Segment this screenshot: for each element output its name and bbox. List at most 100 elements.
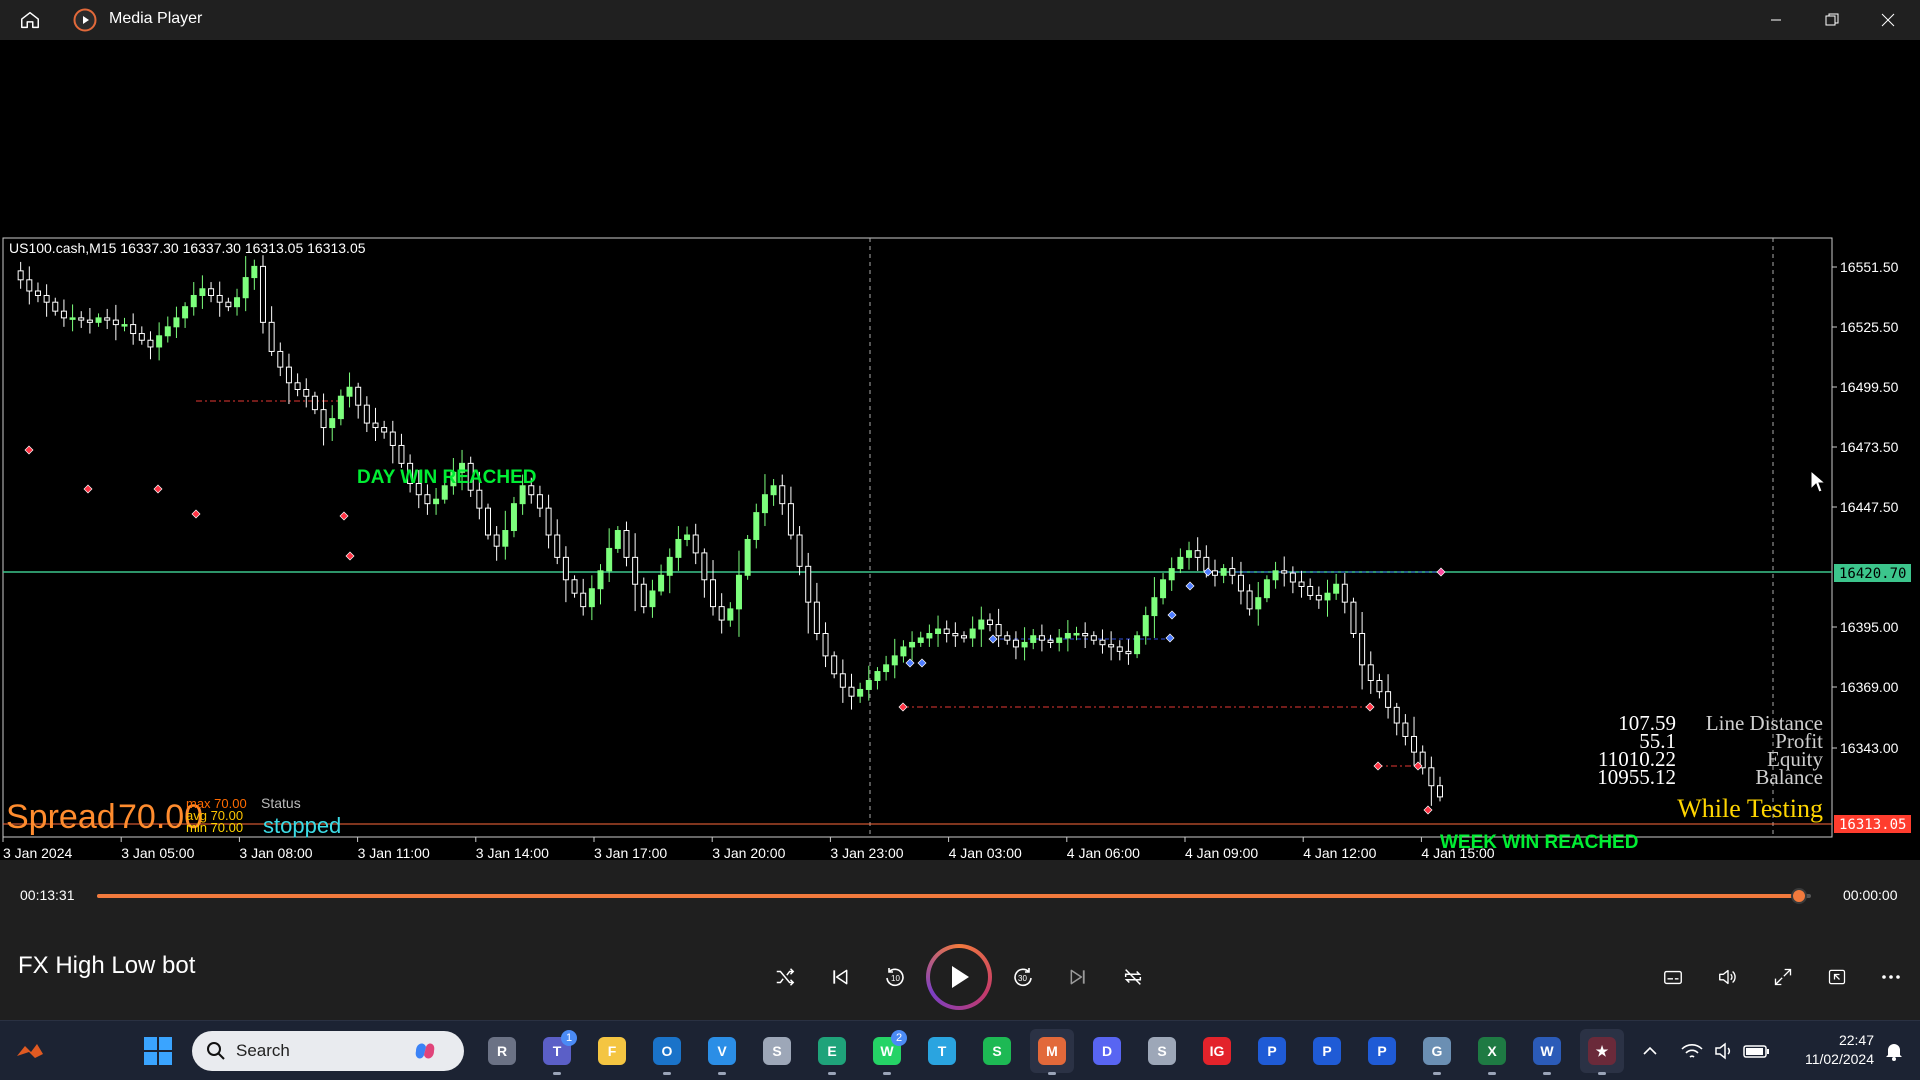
candle-body — [1298, 581, 1305, 587]
stat-label: Balance — [1755, 765, 1823, 789]
taskbar-telegram-button[interactable]: T — [920, 1029, 964, 1073]
candle-body — [303, 389, 310, 397]
running-indicator — [663, 1072, 671, 1075]
candle-body — [580, 592, 587, 608]
skip-back-10-button[interactable]: 10 — [872, 954, 918, 1000]
time-tick-label: 4 Jan 06:00 — [1067, 845, 1140, 861]
captions-button[interactable] — [1650, 954, 1696, 1000]
skip-forward-30-button[interactable]: 30 — [1000, 954, 1046, 1000]
taskbar-store-2-button[interactable]: S — [1140, 1029, 1184, 1073]
taskbar-discord-button[interactable]: D — [1085, 1029, 1129, 1073]
candle-body — [545, 507, 552, 536]
taskbar-metatrader-button[interactable]: ★ — [1580, 1029, 1624, 1075]
repeat-button[interactable] — [1110, 954, 1156, 1000]
taskbar-word-button[interactable]: W — [1525, 1029, 1569, 1075]
taskbar-teams-button[interactable]: T1 — [535, 1029, 579, 1075]
candle-body — [839, 673, 846, 688]
candle-body — [242, 277, 249, 299]
previous-button[interactable] — [817, 954, 863, 1000]
close-button[interactable] — [1864, 0, 1912, 40]
candle-body — [346, 386, 353, 397]
running-indicator — [718, 1072, 726, 1075]
video-area[interactable]: US100.cash,M15 16337.30 16337.30 16313.0… — [0, 40, 1920, 880]
candle-body — [969, 628, 976, 639]
notifications-button[interactable] — [1876, 1029, 1912, 1073]
shuffle-button[interactable] — [762, 954, 808, 1000]
candle-body — [536, 494, 543, 509]
candle-body — [147, 339, 154, 348]
wifi-icon — [1681, 1044, 1703, 1058]
price-chart: US100.cash,M15 16337.30 16337.30 16313.0… — [2, 237, 1911, 861]
widgets-button[interactable] — [8, 1029, 52, 1073]
home-icon[interactable] — [14, 0, 46, 40]
testing-label: While Testing — [1677, 794, 1823, 823]
p-app-3-icon: P — [1368, 1037, 1396, 1065]
candle-body — [666, 556, 673, 576]
taskbar: Search R T 1 F O V S E W 2 T S M D S IG P P P G X W ★ 22:47 11… — [0, 1020, 1920, 1080]
discord-icon: D — [1093, 1037, 1121, 1065]
candle-body — [813, 601, 820, 634]
taskbar-excel-button[interactable]: X — [1470, 1029, 1514, 1075]
elapsed-time: 00:13:31 — [20, 887, 75, 903]
taskbar-p-app-1-button[interactable]: P — [1250, 1029, 1294, 1073]
next-button[interactable] — [1055, 954, 1101, 1000]
candle-body — [277, 350, 284, 368]
candle-body — [1246, 590, 1253, 610]
fullscreen-icon — [1774, 968, 1792, 986]
candle-body — [1038, 635, 1045, 641]
candle-body — [865, 680, 872, 690]
show-hidden-icons-button[interactable] — [1636, 1029, 1664, 1073]
start-button[interactable] — [136, 1029, 180, 1073]
taskbar-task-view-button[interactable]: R — [480, 1029, 524, 1073]
running-indicator — [1433, 1072, 1441, 1075]
play-button[interactable] — [926, 944, 992, 1010]
candle-body — [251, 265, 258, 279]
candle-body — [1194, 550, 1201, 558]
candle-body — [952, 632, 959, 637]
minimize-button[interactable] — [1752, 0, 1800, 40]
taskbar-edge-button[interactable]: E — [810, 1029, 854, 1075]
volume-icon — [1719, 969, 1736, 985]
taskbar-p-app-3-button[interactable]: P — [1360, 1029, 1404, 1073]
taskbar-store-button[interactable]: S — [755, 1029, 799, 1073]
candle-body — [640, 583, 647, 608]
mini-player-button[interactable] — [1814, 954, 1860, 1000]
seek-thumb[interactable] — [1791, 888, 1808, 904]
taskbar-media-player-button[interactable]: M — [1030, 1029, 1074, 1075]
seek-bar[interactable] — [97, 888, 1811, 904]
candle-body — [363, 404, 370, 424]
taskbar-outlook-button[interactable]: O — [645, 1029, 689, 1075]
more-icon — [1882, 975, 1900, 979]
restore-button[interactable] — [1808, 0, 1856, 40]
taskbar-spotify-button[interactable]: S — [975, 1029, 1019, 1073]
taskbar-search[interactable]: Search — [192, 1031, 464, 1071]
running-indicator — [1598, 1072, 1606, 1075]
taskbar-file-explorer-button[interactable]: F — [590, 1029, 634, 1073]
taskbar-gauge-button[interactable]: G — [1415, 1029, 1459, 1075]
taskbar-vscode-button[interactable]: V — [700, 1029, 744, 1075]
forward-30-icon: 30 — [1014, 968, 1032, 987]
candle-body — [225, 301, 232, 308]
taskbar-ig-button[interactable]: IG — [1195, 1029, 1239, 1073]
candle-body — [623, 530, 630, 558]
taskbar-p-app-2-button[interactable]: P — [1305, 1029, 1349, 1073]
more-options-button[interactable] — [1868, 954, 1914, 1000]
candle-body — [710, 579, 717, 608]
candle-body — [1393, 706, 1400, 724]
candle-body — [1367, 664, 1374, 682]
candle-body — [164, 326, 171, 337]
fullscreen-button[interactable] — [1760, 954, 1806, 1000]
taskbar-whatsapp-button[interactable]: W2 — [865, 1029, 909, 1075]
quick-settings-button[interactable] — [1676, 1029, 1784, 1073]
last-price-label: 16313.05 — [1839, 817, 1906, 833]
volume-button[interactable] — [1705, 954, 1751, 1000]
running-indicator — [1488, 1072, 1496, 1075]
clock[interactable]: 22:47 11/02/2024 — [1784, 1031, 1874, 1069]
store-2-icon: S — [1148, 1037, 1176, 1065]
time-tick-label: 3 Jan 2024 — [3, 845, 72, 861]
telegram-icon: T — [928, 1037, 956, 1065]
candle-body — [1116, 646, 1123, 652]
time-tick-label: 3 Jan 17:00 — [594, 845, 667, 861]
running-indicator — [1048, 1072, 1056, 1075]
time-tick-label: 4 Jan 09:00 — [1185, 845, 1258, 861]
